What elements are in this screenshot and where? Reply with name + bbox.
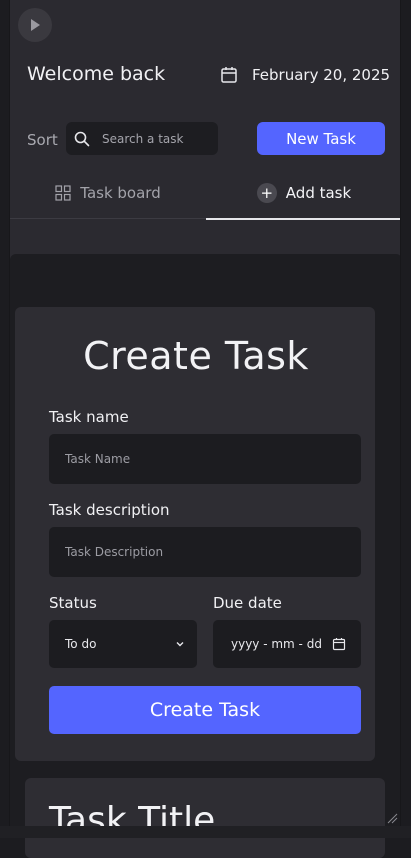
window-bottom-edge bbox=[0, 826, 411, 838]
tab-task-board[interactable]: Task board bbox=[10, 166, 206, 220]
task-description-label: Task description bbox=[49, 501, 170, 519]
calendar-icon bbox=[221, 67, 237, 83]
resize-grip-icon[interactable] bbox=[386, 812, 398, 824]
calendar-icon[interactable] bbox=[332, 637, 346, 651]
task-card[interactable]: Task Title bbox=[25, 778, 385, 858]
sidebar-toggle-button[interactable] bbox=[18, 8, 52, 42]
tab-bar: Task board + Add task bbox=[10, 166, 400, 220]
status-label: Status bbox=[49, 594, 97, 612]
tab-label: Task board bbox=[80, 184, 161, 202]
new-task-button[interactable]: New Task bbox=[257, 122, 385, 155]
search-input[interactable] bbox=[102, 131, 202, 146]
board-icon bbox=[55, 185, 71, 201]
task-name-input[interactable] bbox=[49, 434, 361, 484]
task-name-label: Task name bbox=[49, 408, 129, 426]
due-date-label: Due date bbox=[213, 594, 282, 612]
chevron-down-icon bbox=[176, 642, 184, 647]
due-date-input[interactable]: yyyy - mm - dd bbox=[213, 620, 361, 668]
sort-button[interactable]: Sort bbox=[27, 131, 58, 149]
play-icon bbox=[31, 19, 40, 31]
current-date: February 20, 2025 bbox=[220, 64, 390, 86]
tab-add-task[interactable]: + Add task bbox=[206, 166, 400, 220]
welcome-heading: Welcome back bbox=[27, 63, 166, 85]
search-icon bbox=[74, 131, 90, 146]
status-selected-value: To do bbox=[65, 637, 97, 651]
form-title: Create Task bbox=[83, 334, 309, 378]
search-box[interactable] bbox=[66, 122, 218, 155]
date-text: February 20, 2025 bbox=[252, 66, 391, 84]
active-tab-indicator bbox=[206, 218, 400, 220]
tab-label: Add task bbox=[285, 184, 352, 202]
tab-divider bbox=[10, 218, 206, 219]
status-select[interactable]: To do bbox=[49, 620, 197, 668]
create-task-button[interactable]: Create Task bbox=[49, 686, 361, 734]
plus-circle-icon: + bbox=[256, 183, 277, 203]
task-description-input[interactable] bbox=[49, 527, 361, 577]
due-date-placeholder: yyyy - mm - dd bbox=[231, 637, 322, 651]
